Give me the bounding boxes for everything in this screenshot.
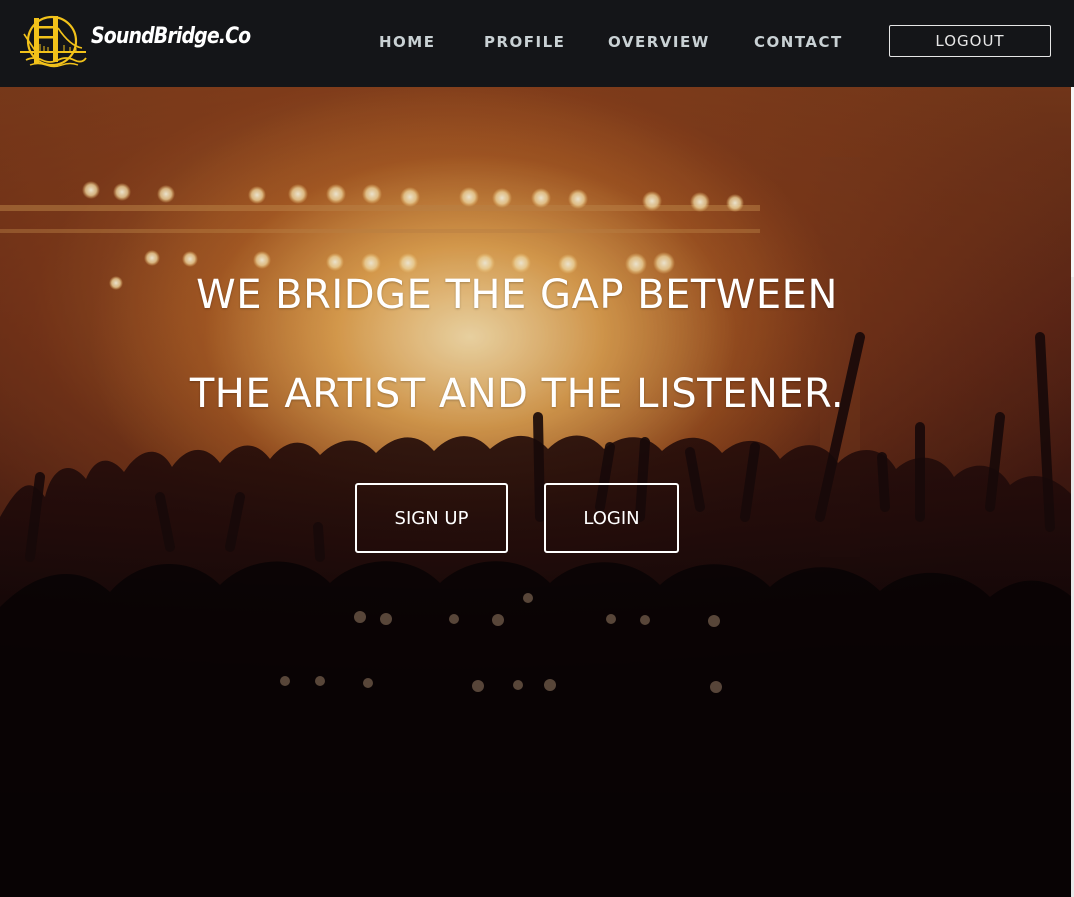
brand-name[interactable]: SoundBridge.Co <box>91 24 251 49</box>
nav-contact[interactable]: CONTACT <box>754 33 843 51</box>
logout-button[interactable]: LOGOUT <box>889 25 1051 57</box>
concert-crowd-image <box>0 87 1074 897</box>
hero-section <box>0 87 1074 897</box>
nav-profile[interactable]: PROFILE <box>484 33 565 51</box>
hero-headline-line-2: THE ARTIST AND THE LISTENER. <box>189 371 845 417</box>
golden-gate-bridge-icon[interactable] <box>20 12 88 70</box>
nav-home[interactable]: HOME <box>379 33 435 51</box>
navbar: SoundBridge.Co HOME PROFILE OVERVIEW CON… <box>0 0 1074 87</box>
hero-headline-line-1: WE BRIDGE THE GAP BETWEEN <box>196 272 838 318</box>
signup-button[interactable]: SIGN UP <box>355 483 508 553</box>
nav-overview[interactable]: OVERVIEW <box>608 33 710 51</box>
login-button[interactable]: LOGIN <box>544 483 679 553</box>
